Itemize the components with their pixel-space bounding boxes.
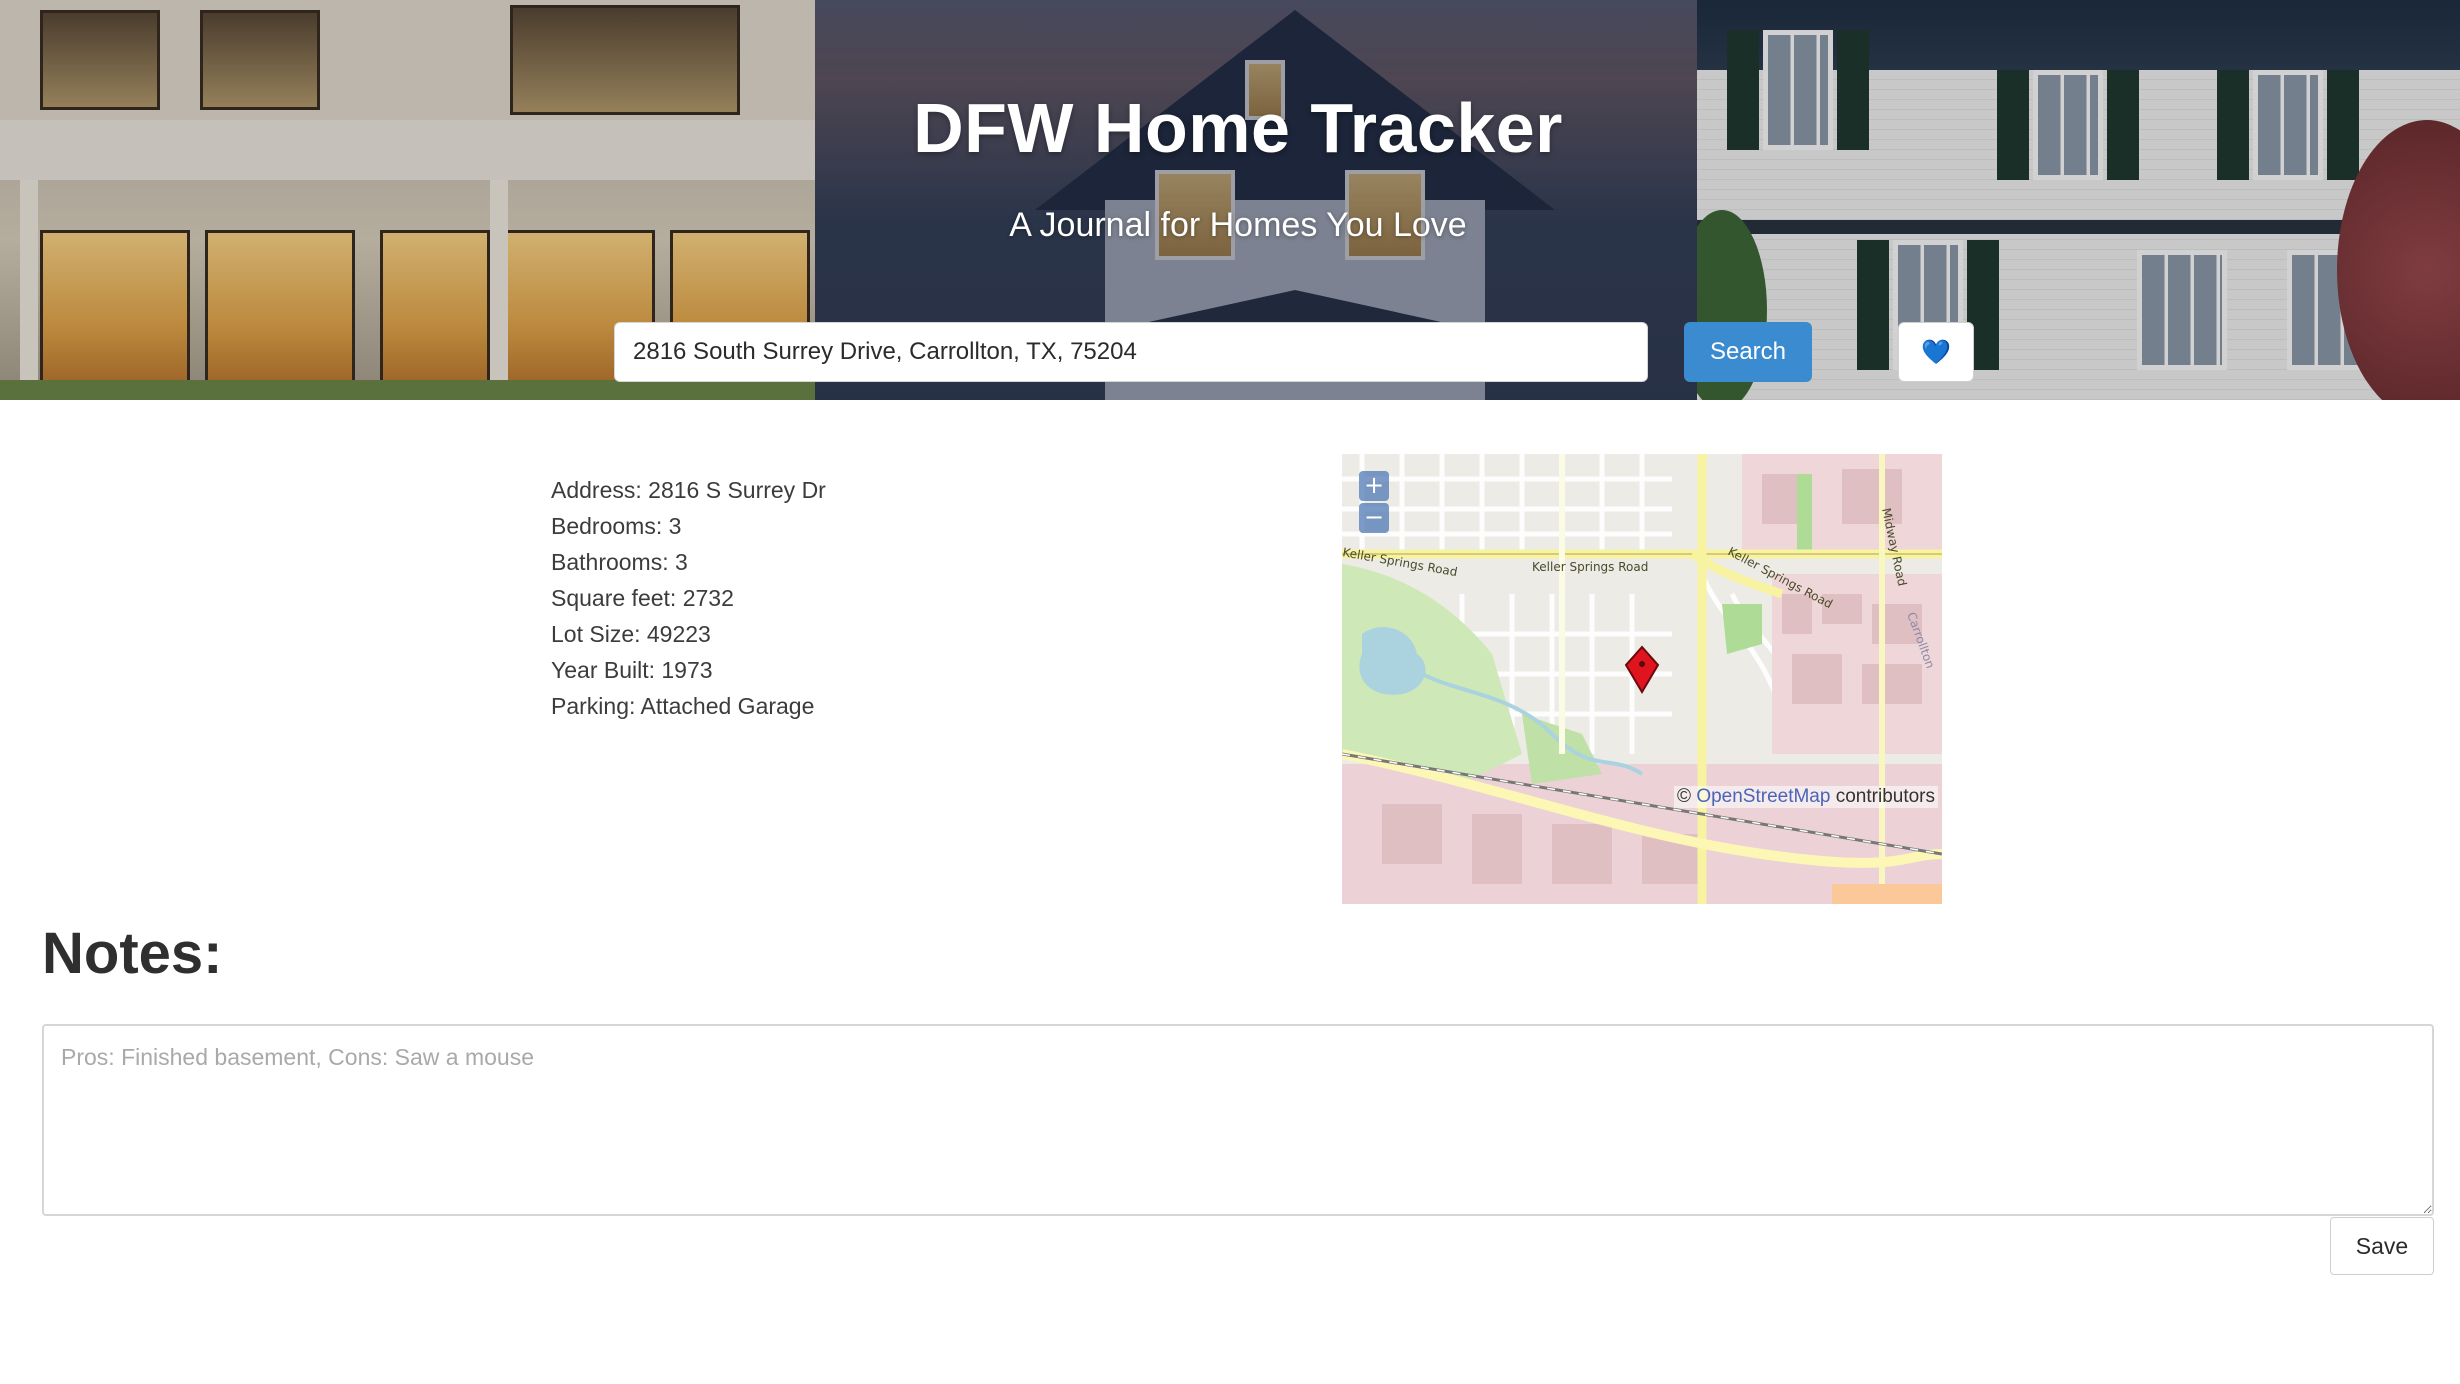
road-label-keller-springs-mid: Keller Springs Road	[1532, 560, 1648, 574]
favorite-button[interactable]: 💙	[1898, 322, 1974, 382]
map-attribution: © OpenStreetMap contributors	[1674, 786, 1938, 808]
home-details: Address: 2816 S Surrey Dr Bedrooms: 3 Ba…	[551, 472, 826, 724]
detail-parking: Parking: Attached Garage	[551, 693, 815, 719]
notes-textarea[interactable]	[42, 1024, 2434, 1216]
search-button[interactable]: Search	[1684, 322, 1812, 382]
notes-heading: Notes:	[42, 921, 223, 986]
attribution-suffix: contributors	[1830, 786, 1935, 807]
openstreetmap-link[interactable]: OpenStreetMap	[1696, 786, 1830, 807]
attribution-prefix: ©	[1677, 786, 1697, 807]
save-button[interactable]: Save	[2330, 1217, 2434, 1275]
location-map[interactable]: Keller Springs Road Keller Springs Road …	[1342, 454, 1942, 904]
page-subtitle: A Journal for Homes You Love	[1009, 206, 1467, 244]
map-zoom-controls: + −	[1359, 471, 1389, 533]
blue-heart-icon: 💙	[1921, 338, 1951, 366]
detail-year-built: Year Built: 1973	[551, 657, 713, 683]
map-tiles: Keller Springs Road Keller Springs Road …	[1342, 454, 1942, 904]
detail-address: Address: 2816 S Surrey Dr	[551, 477, 826, 503]
page-title: DFW Home Tracker	[913, 89, 1563, 167]
detail-lot-size: Lot Size: 49223	[551, 621, 711, 647]
zoom-in-button[interactable]: +	[1359, 471, 1389, 501]
detail-bedrooms: Bedrooms: 3	[551, 513, 682, 539]
detail-bathrooms: Bathrooms: 3	[551, 549, 688, 575]
hero-banner: DFW Home Tracker A Journal for Homes You…	[0, 0, 2460, 400]
zoom-out-button[interactable]: −	[1359, 503, 1389, 533]
detail-square-feet: Square feet: 2732	[551, 585, 734, 611]
address-search-input[interactable]	[614, 322, 1648, 382]
